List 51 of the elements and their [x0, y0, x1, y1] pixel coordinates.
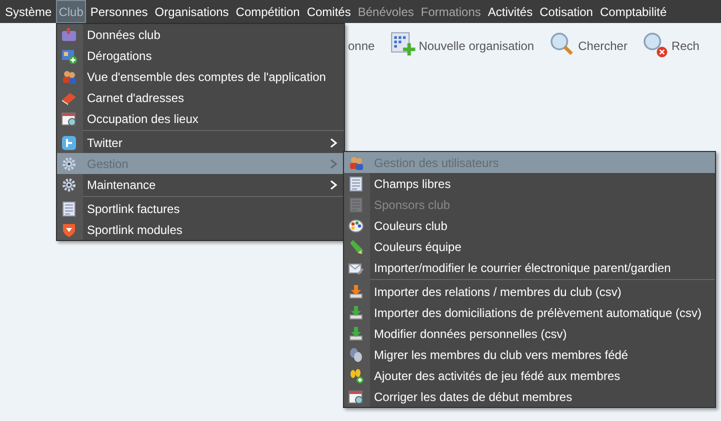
toolbar-button[interactable]: Nouvelle organisation	[418, 39, 534, 53]
footprints-plus-icon	[348, 368, 364, 384]
menu-item[interactable]: Comités	[304, 0, 354, 23]
menu-item[interactable]: Champs libres	[344, 173, 715, 194]
menu-item[interactable]: Corriger les dates de début membres	[344, 386, 715, 407]
menu-item[interactable]: Données club	[57, 24, 344, 45]
gear-icon	[61, 176, 77, 192]
card-plus-icon	[61, 48, 77, 64]
menu-item[interactable]: Comptabilité	[596, 0, 670, 23]
menu-item[interactable]: Maintenance	[57, 174, 344, 195]
menu-item[interactable]: Compétition	[232, 0, 303, 23]
download-icon	[348, 304, 364, 320]
menu-item[interactable]: Modifier données personnelles (csv)	[344, 323, 715, 344]
menu-item[interactable]: Couleurs club	[344, 215, 715, 236]
pencil-icon	[348, 238, 364, 254]
menu-item[interactable]: Organisations	[152, 0, 232, 23]
menu-item[interactable]: Carnet d'adresses	[57, 87, 344, 108]
menu-item[interactable]: Migrer les membres du club vers membres fédé	[344, 344, 715, 365]
search-cross-icon	[641, 31, 670, 59]
menu-item[interactable]: Dérogations	[57, 45, 344, 66]
square-icon	[61, 134, 77, 150]
toolbar-button[interactable]: Rech	[671, 39, 700, 53]
menu-item[interactable]: Importer/modifier le courrier électronique parent/gardien	[344, 257, 715, 278]
menu-item[interactable]: Ajouter des activités de jeu fédé aux membres	[344, 365, 715, 386]
toolbar-button[interactable]: Chercher	[578, 39, 628, 53]
toolbar-button[interactable]: onne	[348, 39, 375, 53]
menu-item[interactable]: Activités	[484, 0, 536, 23]
document-icon	[348, 176, 364, 192]
calendar-icon	[61, 110, 77, 126]
menu-item[interactable]: Importer des relations / membres du club (csv)	[344, 281, 715, 302]
menu-item[interactable]: Couleurs équipe	[344, 236, 715, 257]
document-icon	[348, 196, 364, 212]
gear-icon	[61, 156, 77, 172]
menu-item[interactable]: Occupation des lieux	[57, 108, 344, 129]
menu-item[interactable]: Sportlink factures	[57, 198, 344, 219]
menu-item[interactable]: Sportlink modules	[57, 219, 344, 240]
download-icon	[348, 284, 364, 300]
masks-icon	[348, 346, 364, 362]
folder-icon	[61, 26, 77, 42]
menu-item[interactable]: Importer des domiciliations de prélèvement automatique (csv)	[344, 302, 715, 323]
document-icon	[61, 200, 77, 216]
calendar-icon	[348, 388, 364, 404]
people-icon	[348, 154, 364, 170]
menu-item[interactable]: Cotisation	[536, 0, 596, 23]
menu-item[interactable]: Personnes	[87, 0, 151, 23]
menu-item[interactable]: Twitter	[57, 132, 344, 153]
people-icon	[61, 68, 77, 84]
shield-icon	[61, 222, 77, 238]
download-icon	[348, 326, 364, 342]
menu-item[interactable]: Vue d'ensemble des comptes de l'application	[57, 66, 344, 87]
menu-item[interactable]: Système	[2, 0, 55, 23]
